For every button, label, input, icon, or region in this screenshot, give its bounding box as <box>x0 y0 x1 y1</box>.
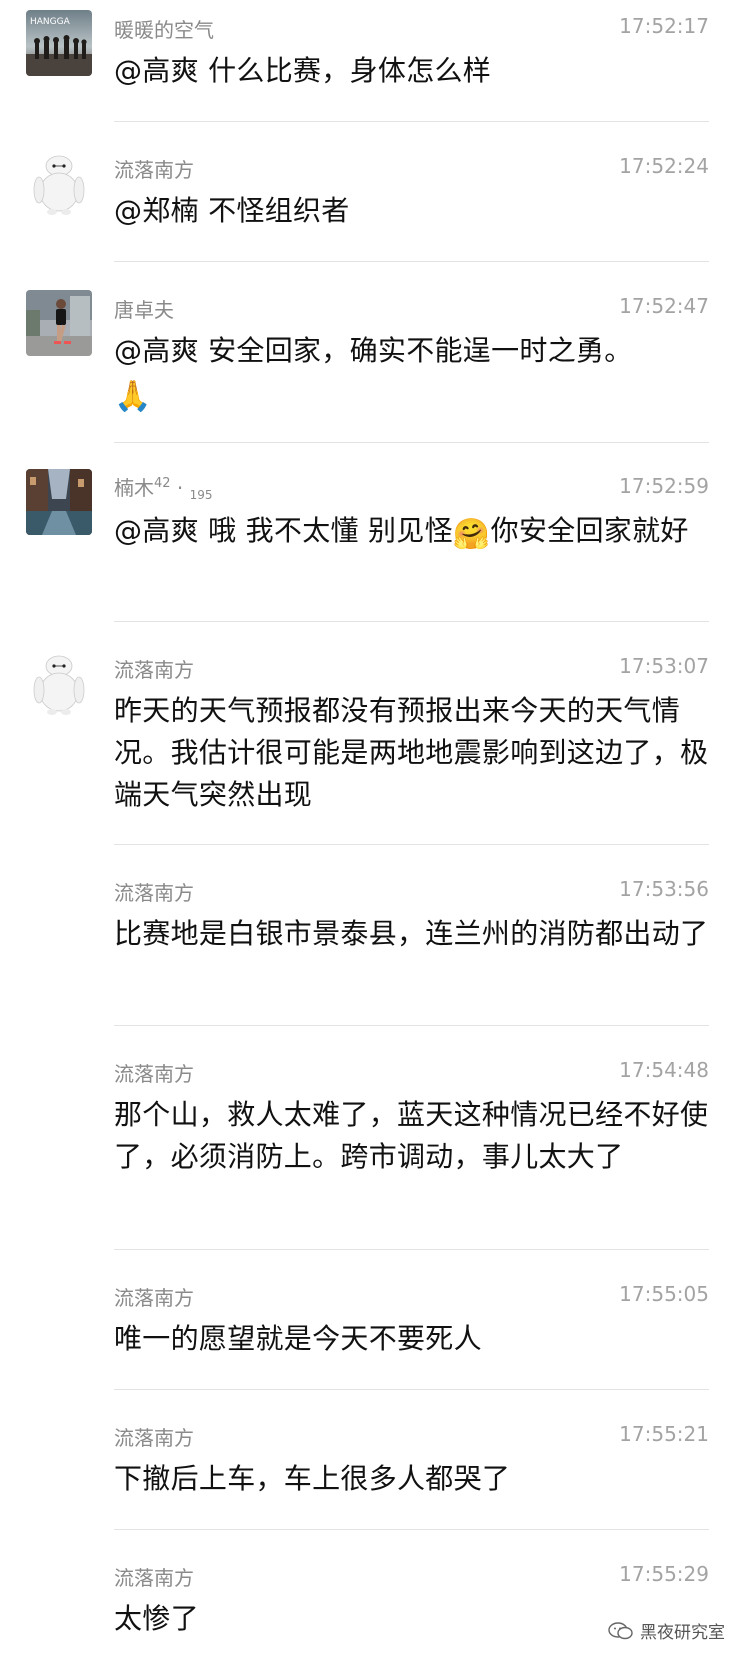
avatar-caption: HANGGA <box>30 17 71 27</box>
watermark: 黑夜研究室 <box>608 1618 725 1643</box>
sender-name[interactable]: 流落南方 <box>114 654 194 683</box>
message-text: 下撤后上车，车上很多人都哭了 <box>114 1462 511 1495</box>
avatar[interactable] <box>26 469 92 535</box>
divider <box>114 1529 709 1530</box>
divider <box>114 1025 709 1026</box>
avatar[interactable]: HANGGA <box>26 10 92 76</box>
sender-superscript: 42 <box>154 476 171 491</box>
message-time: 17:55:29 <box>619 1562 709 1586</box>
message-time: 17:55:05 <box>619 1282 709 1306</box>
watermark-text: 黑夜研究室 <box>640 1623 725 1643</box>
divider <box>114 844 709 845</box>
sender-name-text: 楠木 <box>114 476 154 500</box>
divider <box>114 1249 709 1250</box>
sender-name[interactable]: 流落南方 <box>114 1282 194 1311</box>
message-time: 17:53:56 <box>619 877 709 901</box>
message-text: 比赛地是白银市景泰县，连兰州的消防都出动了 <box>114 917 709 950</box>
message-text: @高爽 安全回家，确实不能逞一时之勇。 🙏 <box>114 330 714 414</box>
sender-name[interactable]: 流落南方 <box>114 154 194 183</box>
divider <box>114 1389 709 1390</box>
message-text-part: 你安全回家就好 <box>490 514 689 547</box>
message-text: 昨天的天气预报都没有预报出来今天的天气情况。我估计很可能是两地地震影响到这边了，… <box>114 694 709 811</box>
wechat-icon <box>608 1621 633 1639</box>
avatar[interactable] <box>26 150 92 216</box>
message-text: 那个山，救人太难了，蓝天这种情况已经不好使了，必须消防上。跨市调动，事儿太大了 <box>114 1098 709 1173</box>
message-time: 17:52:24 <box>619 154 709 178</box>
street-photo-icon <box>26 469 92 535</box>
sender-name[interactable]: 流落南方 <box>114 1422 194 1451</box>
message-text-line: @高爽 安全回家，确实不能逞一时之勇。 <box>114 334 633 367</box>
message-text-part: @高爽 哦 我不太懂 别见怪 <box>114 514 453 547</box>
message-time: 17:55:21 <box>619 1422 709 1446</box>
message-time: 17:53:07 <box>619 654 709 678</box>
hug-emoji-icon: 🤗 <box>452 517 491 552</box>
divider <box>114 121 709 122</box>
message-text: @高爽 什么比赛，身体怎么样 <box>114 54 492 87</box>
sender-name[interactable]: 流落南方 <box>114 1058 194 1087</box>
message-time: 17:52:17 <box>619 14 709 38</box>
avatar[interactable] <box>26 650 92 716</box>
divider <box>114 442 709 443</box>
sender-name[interactable]: 流落南方 <box>114 1562 194 1591</box>
sender-name[interactable]: 楠木42 · 195 <box>114 472 213 502</box>
message-time: 17:52:47 <box>619 294 709 318</box>
message-text: @高爽 哦 我不太懂 别见怪🤗你安全回家就好 <box>114 510 714 552</box>
baymax-icon <box>26 650 92 716</box>
sender-name[interactable]: 流落南方 <box>114 877 194 906</box>
divider <box>114 261 709 262</box>
message-text: 唯一的愿望就是今天不要死人 <box>114 1322 482 1355</box>
sender-name[interactable]: 唐卓夫 <box>114 294 174 323</box>
baymax-icon <box>26 150 92 216</box>
message-time: 17:54:48 <box>619 1058 709 1082</box>
sender-name[interactable]: 暖暖的空气 <box>114 14 214 43</box>
pray-emoji-icon: 🙏 <box>114 379 152 414</box>
message-text: @郑楠 不怪组织者 <box>114 194 350 227</box>
group-photo-icon: HANGGA <box>26 10 92 76</box>
divider <box>114 621 709 622</box>
avatar[interactable] <box>26 290 92 356</box>
message-time: 17:52:59 <box>619 474 709 498</box>
runner-photo-icon <box>26 290 92 356</box>
sender-subscript: 195 <box>189 488 213 502</box>
